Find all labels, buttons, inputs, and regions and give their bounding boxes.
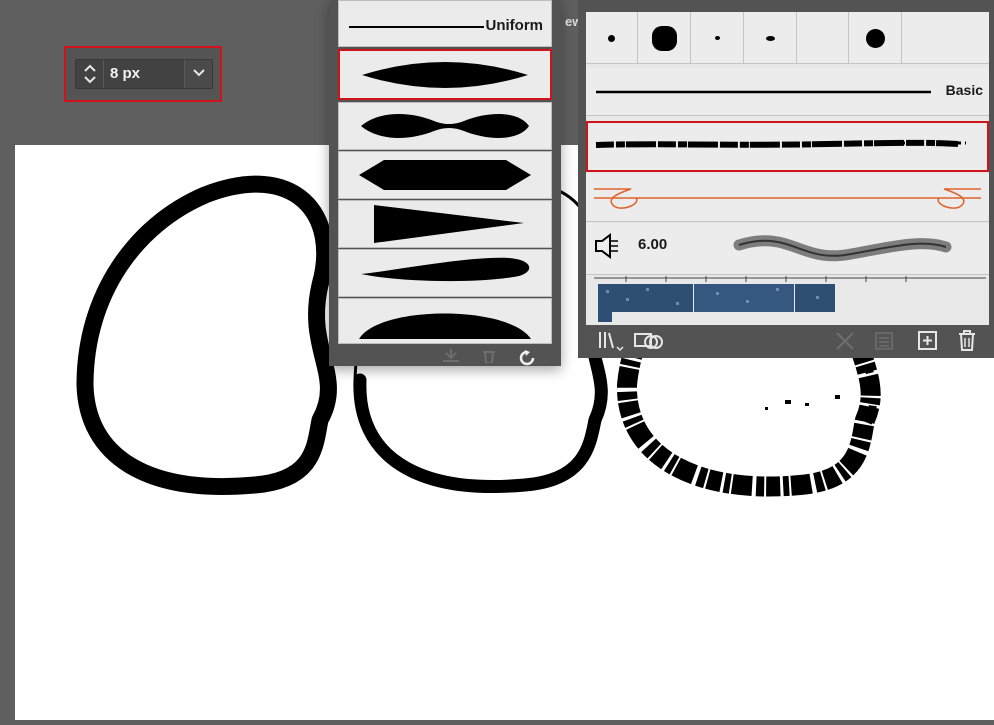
brush-dot-empty — [902, 12, 989, 64]
profile-width-4[interactable] — [338, 200, 552, 248]
brushes-panel: Basic 6.00 — [578, 0, 994, 358]
wedge-profile-icon — [374, 205, 524, 243]
profile-width-1[interactable] — [338, 49, 552, 100]
profile-width-3[interactable] — [338, 151, 552, 199]
bristle-stroke-preview — [733, 235, 952, 262]
brush-dot-3[interactable] — [691, 12, 744, 64]
profile-uniform[interactable]: Uniform — [338, 0, 552, 47]
uniform-label: Uniform — [485, 17, 544, 34]
uniform-stroke-shape[interactable] — [76, 175, 337, 495]
lens-profile-icon — [362, 62, 528, 88]
profile-width-6[interactable] — [338, 298, 552, 344]
bristle-brush-icon — [595, 233, 618, 259]
brush-libraries-menu-icon[interactable] — [598, 330, 624, 352]
stroke-weight-field[interactable]: 8 px — [75, 59, 213, 89]
brush-dot-5[interactable] — [797, 12, 849, 64]
taper-profile-icon — [361, 257, 530, 282]
delete-brush-icon[interactable] — [957, 330, 977, 352]
brush-dot-4[interactable] — [744, 12, 797, 64]
stroke-weight-control: 8 px — [64, 46, 222, 102]
brush-dot-1[interactable] — [586, 12, 638, 64]
brush-dot-6[interactable] — [849, 12, 902, 64]
basic-brush-label: Basic — [945, 82, 983, 98]
new-brush-icon[interactable] — [917, 330, 939, 352]
profile-width-5[interactable] — [338, 249, 552, 297]
width-profile-panel: Uniform — [329, 0, 561, 366]
weight-stepper[interactable] — [76, 60, 104, 88]
stepper-arrows-icon — [84, 64, 96, 84]
arc-profile-icon — [359, 313, 531, 339]
remove-brush-stroke-icon[interactable] — [834, 330, 856, 352]
basic-brush-icon — [596, 90, 931, 94]
brush-charcoal[interactable] — [586, 121, 989, 172]
brush-library: Basic 6.00 — [586, 12, 989, 325]
chevron-down-icon — [193, 69, 205, 77]
art-brush-icon — [594, 188, 981, 209]
libraries-panel-icon[interactable] — [633, 330, 663, 352]
brush-bristle[interactable]: 6.00 — [586, 223, 989, 275]
add-to-profile-icon[interactable] — [441, 349, 461, 363]
brush-dot-2[interactable] — [638, 12, 691, 64]
workspace: 8 px Uniform ew Basic 6.00 — [0, 0, 994, 720]
brush-basic[interactable]: Basic — [586, 68, 989, 116]
bulge-profile-icon — [361, 114, 529, 138]
stroke-weight-value[interactable]: 8 px — [110, 65, 140, 82]
brush-art-orange[interactable] — [586, 174, 989, 222]
brush-pattern[interactable] — [586, 276, 989, 325]
charcoal-brush-icon — [595, 139, 968, 148]
reset-profiles-icon[interactable] — [519, 350, 537, 366]
pattern-brush-icon — [594, 276, 986, 322]
hexagon-profile-icon — [359, 160, 531, 190]
weight-dropdown-button[interactable] — [184, 60, 212, 88]
bristle-size-value: 6.00 — [638, 236, 668, 253]
profile-width-2[interactable] — [338, 102, 552, 150]
delete-profile-icon[interactable] — [481, 349, 497, 363]
brush-options-icon[interactable] — [874, 330, 894, 352]
